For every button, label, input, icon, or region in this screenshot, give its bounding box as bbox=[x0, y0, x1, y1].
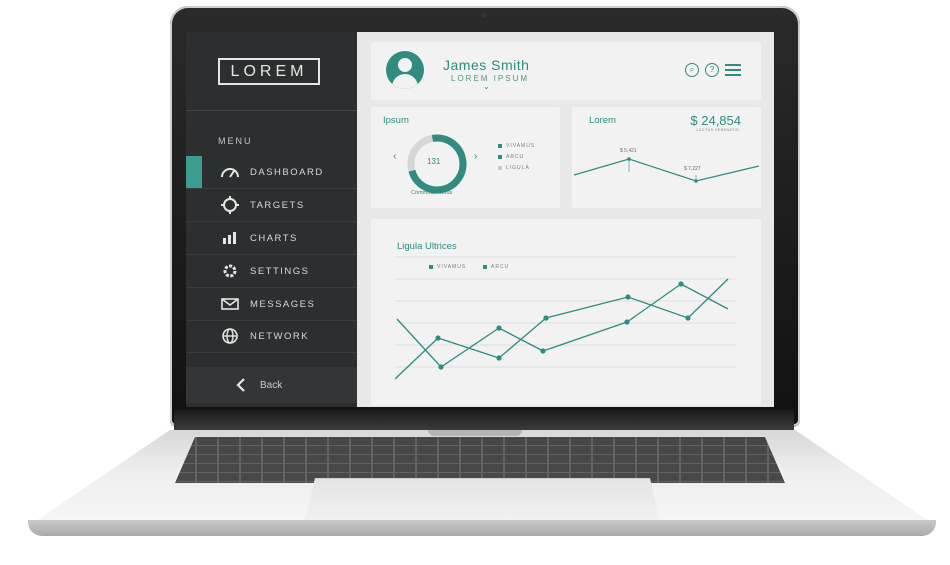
legend-item: ARCU bbox=[498, 154, 524, 160]
avatar[interactable] bbox=[386, 51, 424, 89]
header-actions: ⌕ ? bbox=[685, 63, 741, 77]
menu-icon[interactable] bbox=[725, 64, 741, 76]
sidebar-item-network[interactable]: NETWORK bbox=[186, 320, 357, 353]
legend-item: LIGULA bbox=[498, 165, 530, 171]
sidebar-item-label: TARGETS bbox=[250, 199, 305, 211]
chevron-left-icon[interactable]: ‹ bbox=[393, 151, 396, 162]
globe-icon bbox=[220, 328, 240, 344]
ligula-line-chart bbox=[394, 256, 737, 380]
legend-item: VIVAMUS bbox=[498, 143, 535, 149]
gear-icon bbox=[220, 263, 240, 279]
lorem-value: $ 24,854 bbox=[690, 113, 741, 128]
sidebar-item-dashboard[interactable]: DASHBOARD bbox=[186, 156, 357, 189]
point-label: $ 5,421 bbox=[620, 148, 637, 154]
user-subtitle: LOREM IPSUM bbox=[451, 74, 530, 83]
sidebar-item-label: DASHBOARD bbox=[250, 166, 324, 178]
target-icon bbox=[220, 196, 240, 214]
sidebar-item-label: NETWORK bbox=[250, 330, 310, 342]
divider bbox=[186, 110, 357, 111]
user-name: James Smith bbox=[443, 57, 530, 73]
sidebar: LOREM MENU DASHBOARD TARGETS CHARTS SETT… bbox=[186, 32, 357, 407]
lorem-caption: LUCTUS VENENATIS bbox=[696, 128, 739, 132]
donut-caption: Commodo lectus bbox=[411, 190, 453, 196]
ligula-ultrices-card: Ligula Ultrices VIVAMUS ARCU bbox=[371, 219, 761, 405]
search-icon[interactable]: ⌕ bbox=[685, 63, 699, 77]
trackpad bbox=[305, 478, 660, 522]
laptop-base-lip bbox=[28, 520, 936, 536]
sidebar-item-label: SETTINGS bbox=[250, 265, 310, 277]
logo[interactable]: LOREM bbox=[218, 58, 320, 85]
chevron-right-icon[interactable]: › bbox=[474, 151, 477, 162]
speedometer-icon bbox=[220, 166, 240, 178]
sidebar-item-targets[interactable]: TARGETS bbox=[186, 189, 357, 222]
keyboard bbox=[175, 437, 785, 483]
camera bbox=[481, 12, 487, 18]
lid-notch bbox=[428, 430, 522, 436]
envelope-icon bbox=[220, 298, 240, 310]
bar-chart-icon bbox=[220, 232, 240, 244]
dashboard-screen: LOREM MENU DASHBOARD TARGETS CHARTS SETT… bbox=[186, 32, 774, 407]
chevron-down-icon[interactable]: ⌄ bbox=[483, 82, 490, 91]
help-icon[interactable]: ? bbox=[705, 63, 719, 77]
card-title: Ipsum bbox=[383, 115, 409, 126]
sidebar-item-label: CHARTS bbox=[250, 232, 298, 244]
donut-value: 131 bbox=[427, 157, 441, 166]
laptop-hinge bbox=[174, 410, 794, 430]
lorem-card: Lorem $ 24,854 LUCTUS VENENATIS $ 5,421 … bbox=[572, 107, 761, 208]
point-label: $ 7,227 bbox=[684, 166, 701, 172]
card-title: Lorem bbox=[589, 115, 616, 126]
sidebar-item-messages[interactable]: MESSAGES bbox=[186, 288, 357, 321]
chevron-left-icon bbox=[236, 378, 246, 392]
menu-label: MENU bbox=[218, 136, 253, 146]
sidebar-item-charts[interactable]: CHARTS bbox=[186, 222, 357, 255]
back-label: Back bbox=[260, 379, 283, 391]
lorem-line-chart bbox=[573, 157, 760, 183]
ipsum-card: Ipsum ‹ 131 › Commodo lectus VIVAMUS ARC… bbox=[371, 107, 560, 208]
sidebar-item-settings[interactable]: SETTINGS bbox=[186, 255, 357, 288]
back-button[interactable]: Back bbox=[186, 367, 357, 403]
user-header: James Smith LOREM IPSUM ⌄ ⌕ ? bbox=[371, 42, 761, 100]
sidebar-item-label: MESSAGES bbox=[250, 298, 316, 310]
